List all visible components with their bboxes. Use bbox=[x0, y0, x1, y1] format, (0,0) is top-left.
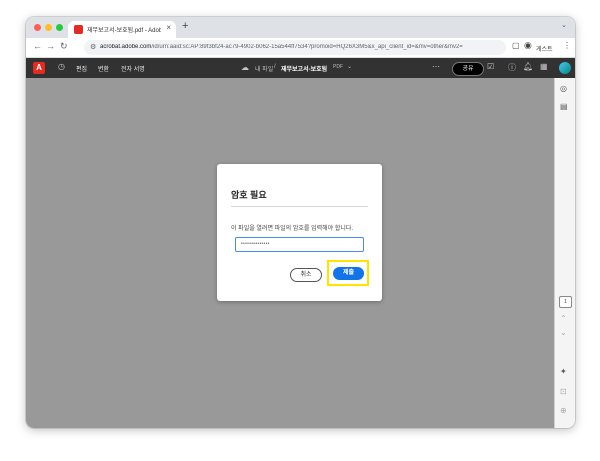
url-text[interactable]: acrobat.adobe.com/id/urn:aaid:sc:AP:89f3… bbox=[100, 44, 500, 50]
cloud-icon: ☁ bbox=[241, 63, 249, 72]
sidebar-toggle-icon[interactable]: ▢ bbox=[512, 41, 520, 50]
tab-strip: 재무보고서-보호됨.pdf - Adobe Acrobat × + ⌄ bbox=[26, 17, 575, 38]
cancel-button[interactable]: 취소 bbox=[290, 268, 322, 282]
password-mask: •••••••••••••• bbox=[241, 241, 270, 247]
right-toolbar: ◎ ▤ 1 ⌃ ⌄ ✦ ⊡ ⊕ ⊖ bbox=[554, 78, 575, 428]
password-required-dialog: 암호 필요 이 파일을 열려면 파일의 암호를 입력해야 합니다. ••••••… bbox=[217, 164, 382, 301]
profile-avatar-icon[interactable]: ◉ bbox=[524, 40, 532, 51]
acrobat-header: A ◷ 편집 변환 전자 서명 ☁ 내 파일 / 재무보고서-보호됨 PDF ⌄… bbox=[26, 58, 575, 78]
document-type-label: PDF bbox=[333, 64, 343, 70]
address-bar[interactable]: ⚙ acrobat.adobe.com/id/urn:aaid:sc:AP:89… bbox=[84, 40, 506, 55]
browser-menu-icon[interactable]: ⋮ bbox=[563, 41, 571, 50]
submit-button[interactable]: 제출 bbox=[333, 267, 364, 280]
ai-assistant-icon[interactable]: ✦ bbox=[560, 367, 567, 376]
menu-item-esign[interactable]: 전자 서명 bbox=[121, 64, 145, 73]
pdf-favicon-icon bbox=[74, 25, 83, 34]
checkmark-icon[interactable]: ☑ bbox=[487, 62, 494, 71]
page-up-chevron-icon[interactable]: ⌃ bbox=[560, 314, 567, 323]
document-title[interactable]: 재무보고서-보호됨 bbox=[281, 64, 327, 73]
password-field[interactable]: •••••••••••••• bbox=[235, 237, 364, 252]
maximize-window-button[interactable] bbox=[56, 24, 63, 31]
dialog-title: 암호 필요 bbox=[231, 190, 267, 200]
minimize-window-button[interactable] bbox=[45, 24, 52, 31]
comment-icon[interactable]: ◎ bbox=[560, 84, 567, 93]
page-down-chevron-icon[interactable]: ⌄ bbox=[560, 328, 567, 337]
tab-title: 재무보고서-보호됨.pdf - Adobe Acrobat bbox=[87, 28, 161, 34]
document-menu-chevron-icon[interactable]: ⌄ bbox=[347, 63, 352, 70]
notifications-bell-icon[interactable]: 🔔︎ bbox=[523, 62, 533, 71]
user-avatar[interactable] bbox=[559, 62, 571, 74]
site-info-icon[interactable]: ⚙ bbox=[90, 43, 96, 51]
close-window-button[interactable] bbox=[34, 24, 41, 31]
browser-toolbar: ← → ↻ ⚙ acrobat.adobe.com/id/urn:aaid:sc… bbox=[26, 38, 575, 58]
profile-name[interactable]: 게스트 bbox=[536, 44, 553, 53]
page-fit-icon[interactable]: ⊡ bbox=[560, 387, 567, 396]
new-tab-button[interactable]: + bbox=[182, 20, 188, 32]
breadcrumb-separator: / bbox=[274, 64, 276, 70]
tab-close-icon[interactable]: × bbox=[166, 23, 171, 32]
acrobat-logo-icon[interactable]: A bbox=[33, 62, 45, 74]
thumbnails-icon[interactable]: ▤ bbox=[560, 102, 568, 111]
apps-grid-icon[interactable]: ▦ bbox=[540, 62, 548, 71]
forward-arrow-icon[interactable]: → bbox=[46, 41, 55, 51]
more-options-icon[interactable]: ··· bbox=[432, 62, 440, 71]
tab-search-chevron-icon[interactable]: ⌄ bbox=[561, 21, 567, 29]
back-arrow-icon[interactable]: ← bbox=[33, 41, 42, 51]
zoom-in-icon[interactable]: ⊕ bbox=[560, 406, 567, 415]
dialog-message: 이 파일을 열려면 파일의 암호를 입력해야 합니다. bbox=[231, 226, 354, 232]
browser-tab-active[interactable]: 재무보고서-보호됨.pdf - Adobe Acrobat × bbox=[68, 21, 176, 38]
breadcrumb-my-files[interactable]: 내 파일 bbox=[255, 64, 273, 73]
page-number-box[interactable]: 1 bbox=[559, 296, 572, 308]
share-button[interactable]: 공유 bbox=[452, 62, 484, 76]
menu-item-edit[interactable]: 편집 bbox=[76, 64, 87, 73]
history-icon[interactable]: ◷ bbox=[58, 62, 65, 71]
dialog-divider bbox=[231, 206, 368, 207]
menu-item-convert[interactable]: 변환 bbox=[98, 64, 109, 73]
reload-icon[interactable]: ↻ bbox=[60, 41, 68, 52]
browser-window: 재무보고서-보호됨.pdf - Adobe Acrobat × + ⌄ ← → … bbox=[26, 17, 575, 428]
help-icon[interactable]: ⓘ bbox=[508, 62, 516, 73]
